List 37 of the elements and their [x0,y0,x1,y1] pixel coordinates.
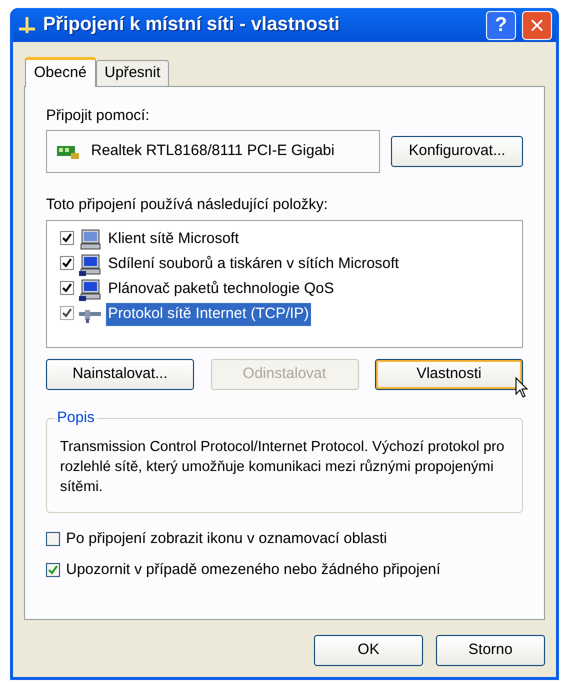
checkmark-icon [62,283,72,294]
checkbox[interactable] [60,231,74,246]
computer-icon [79,278,101,300]
checkbox-label: Upozornit v případě omezeného nebo žádného připojení [66,560,440,580]
mouse-cursor-icon [515,377,529,399]
adapter-name: Realtek RTL8168/8111 PCI-E Gigabi [91,141,334,162]
section-label: Připojit pomocí: [46,107,150,125]
checkmark-icon [62,233,72,244]
network-icon [17,15,37,35]
list-item[interactable]: Protokol sítě Internet (TCP/IP) [106,303,311,326]
computer-icon [79,228,101,250]
checkbox[interactable] [60,281,74,296]
checkbox-label: Po připojení zobrazit ikonu v oznamovací oblasti [66,529,388,549]
window-title: Připojení k místní síti - vlastnosti [43,12,341,37]
checkmark-icon [48,564,58,575]
section-label: Toto připojení používá následující položky: [46,196,329,214]
checkbox[interactable] [60,256,74,270]
button[interactable]: Konfigurovat... [391,136,523,167]
checkbox[interactable] [46,532,60,546]
checkbox[interactable] [46,562,60,577]
list-item[interactable]: Klient sítě Microsoft [106,228,241,251]
tab[interactable]: Upřesnit [96,60,170,86]
button[interactable]: OK [314,635,423,666]
checkmark-icon [62,258,72,268]
list-item[interactable]: Plánovač paketů technologie QoS [106,278,336,301]
tab[interactable]: Obecné [25,57,96,87]
close-button[interactable]: × [522,10,552,40]
description-text: Transmission Control Protocol/Internet Protocol. Výchozí protokol pro rozlehlé sítě, který umožňuje komunikaci mezi různými propojenými sítěmi. [60,438,506,497]
button[interactable]: Vlastnosti [375,359,523,390]
checkmark-icon [62,308,72,318]
button[interactable]: Nainstalovat... [46,359,194,390]
checkbox[interactable] [60,306,74,320]
computer-icon [79,254,101,276]
button[interactable]: Storno [436,635,545,666]
list-item[interactable]: Sdílení souborů a tiskáren v sítích Microsoft [106,253,401,276]
help-button[interactable]: ? [486,10,516,40]
network-card-icon [57,144,79,158]
